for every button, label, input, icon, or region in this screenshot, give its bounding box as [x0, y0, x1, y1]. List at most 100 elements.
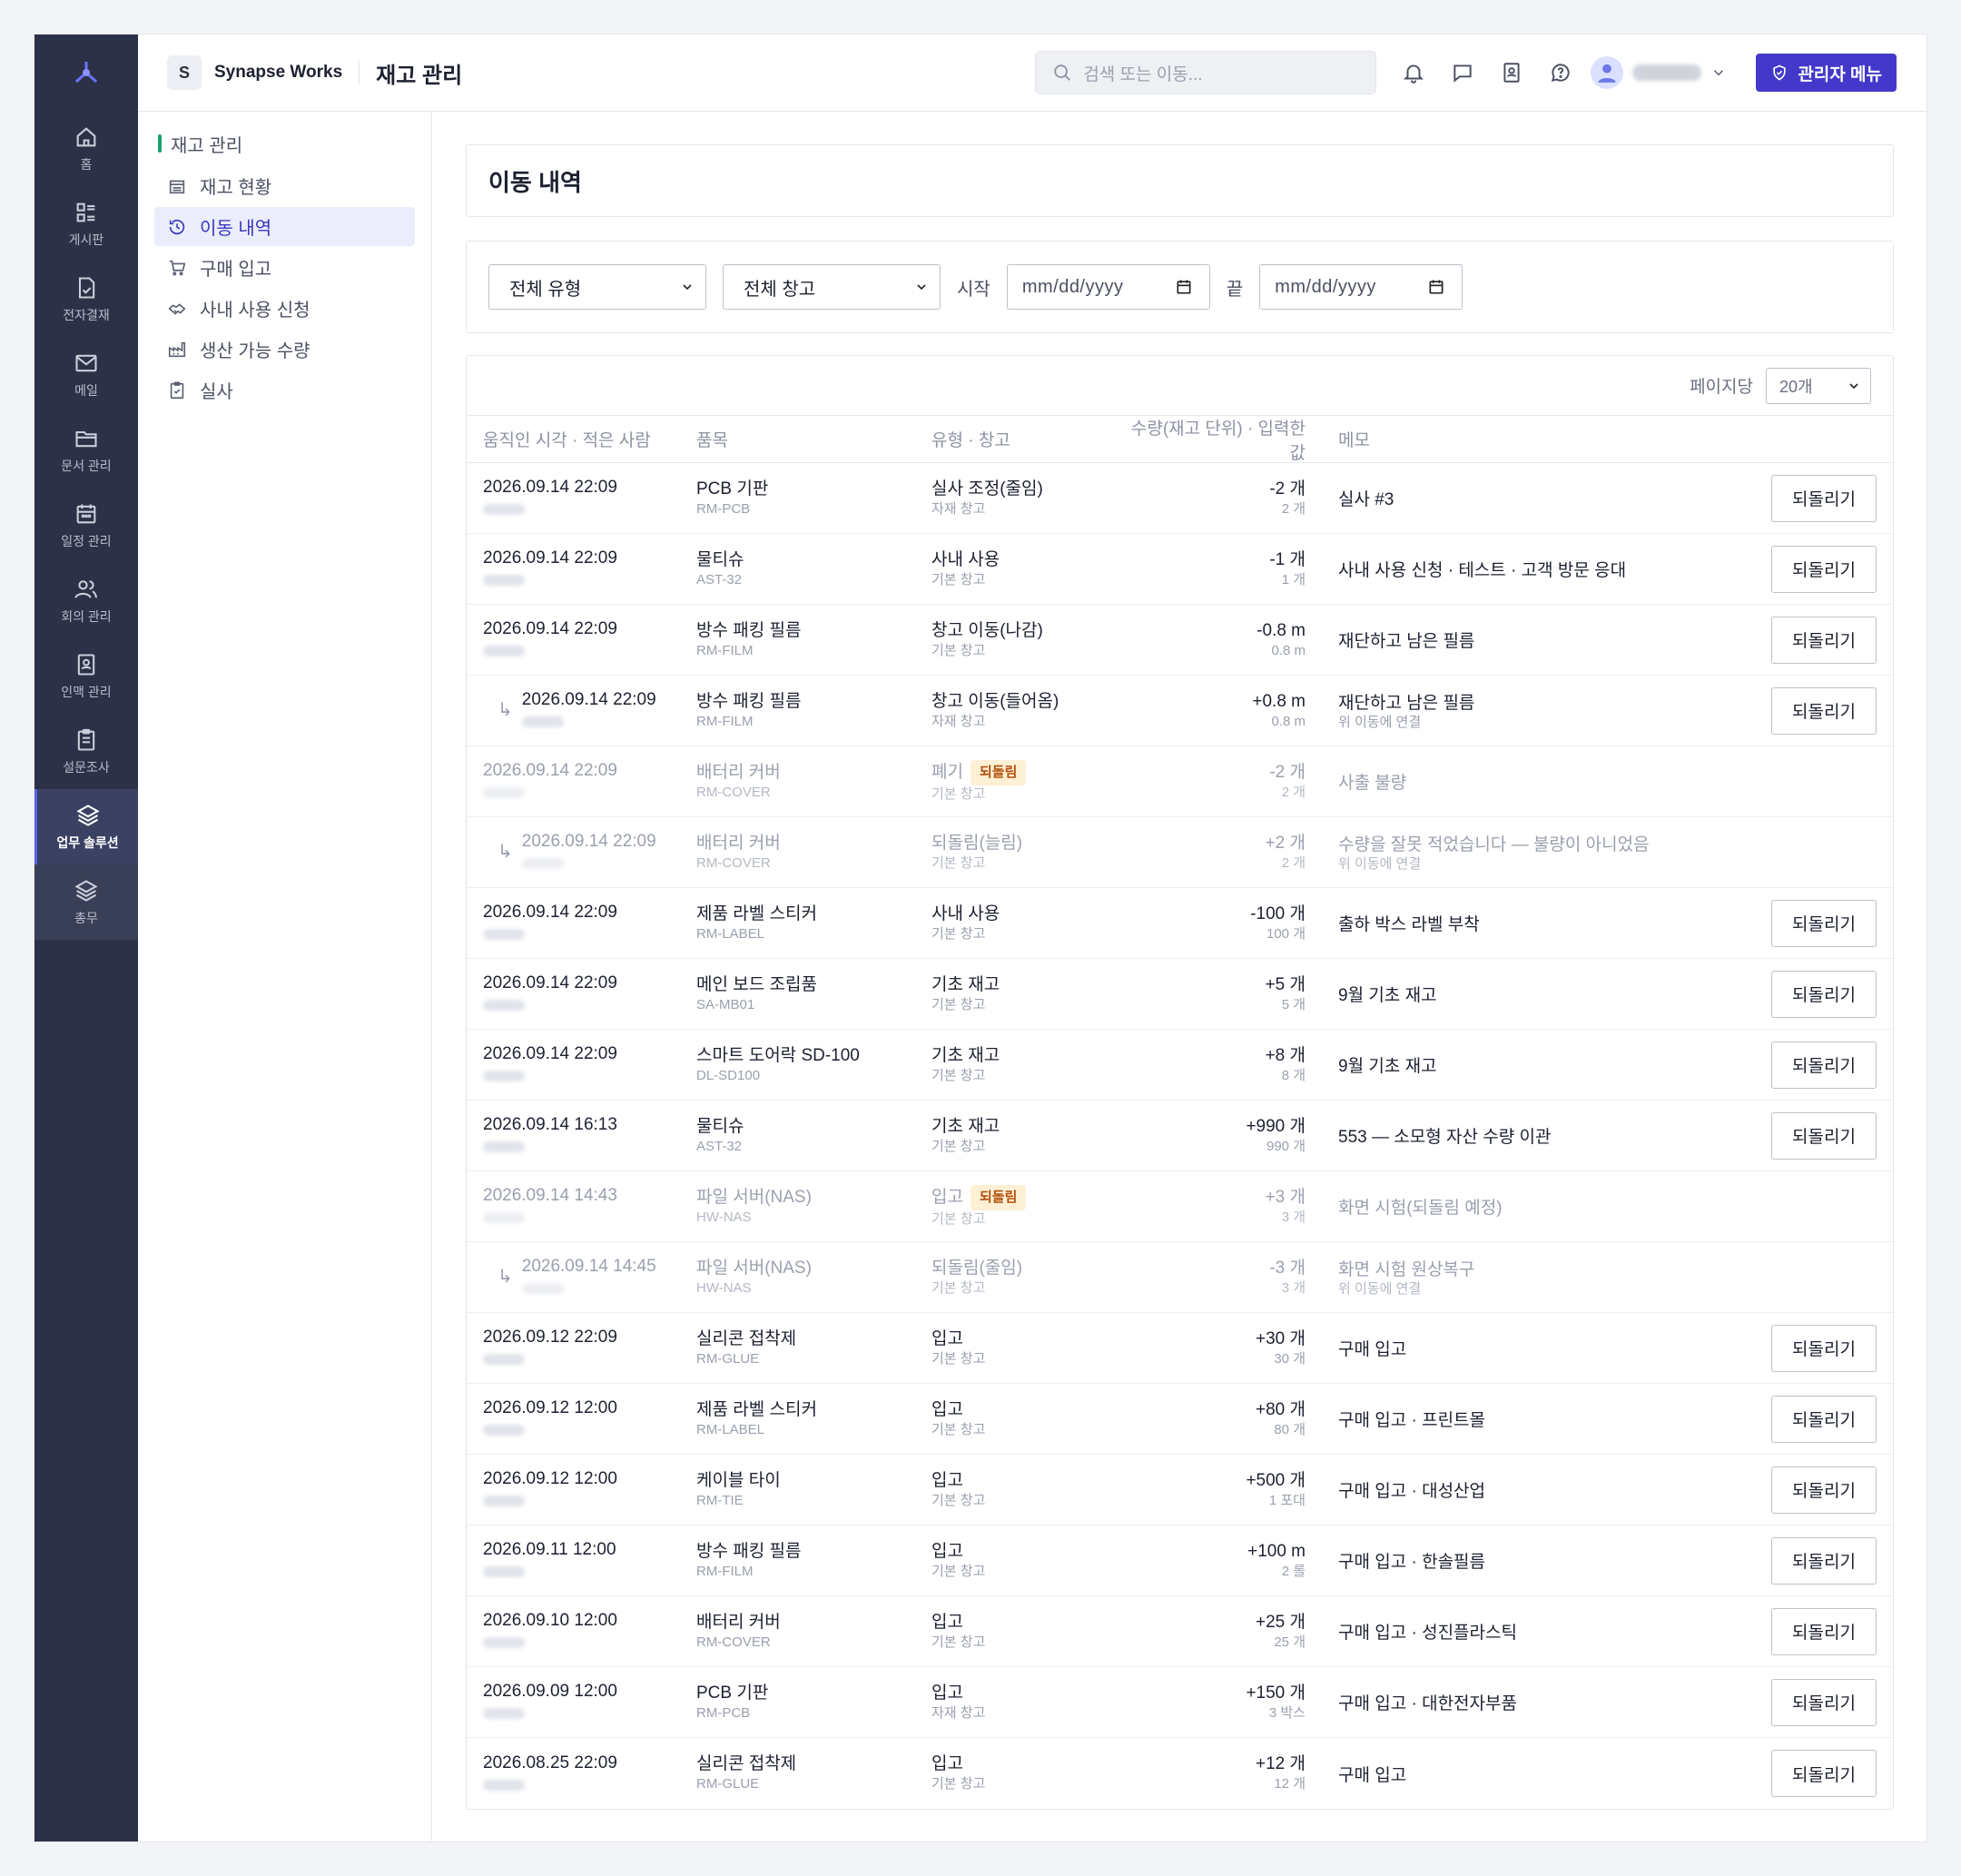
col-header-qty[interactable]: 수량(재고 단위) · 입력한 값 — [1124, 415, 1306, 464]
revert-button[interactable]: 되돌리기 — [1771, 1678, 1877, 1726]
rail-item-5[interactable]: 일정 관리 — [34, 488, 138, 563]
revert-button[interactable]: 되돌리기 — [1771, 616, 1877, 664]
subnav-item-label: 사내 사용 신청 — [200, 301, 310, 321]
rail-item-0[interactable]: 홈 — [34, 111, 138, 186]
subnav-item-label: 재고 현황 — [200, 178, 272, 198]
cart-icon — [169, 260, 186, 275]
item-cell: 방수 패킹 필름 RM-FILM — [696, 620, 931, 660]
revert-button[interactable]: 되돌리기 — [1771, 1111, 1877, 1160]
author-redacted — [483, 504, 525, 515]
item-name[interactable]: 물티슈 — [696, 549, 931, 571]
type-filter-value: 전체 유형 — [509, 279, 582, 300]
col-header-type[interactable]: 유형 · 창고 — [931, 427, 1124, 451]
revert-button[interactable]: 되돌리기 — [1771, 686, 1877, 735]
rail-item-2[interactable]: 전자결재 — [34, 262, 138, 337]
admin-menu-button[interactable]: 관리자 메뉴 — [1756, 54, 1897, 92]
workspace-name[interactable]: Synapse Works — [214, 63, 342, 83]
subnav-item-4[interactable]: 생산 가능 수량 — [154, 330, 415, 369]
warehouse-filter-select[interactable]: 전체 창고 — [723, 264, 941, 310]
app-logo[interactable] — [71, 35, 102, 111]
memo-stack: 화면 시험(되돌림 예정) — [1338, 1194, 1766, 1219]
calendar-icon[interactable] — [1175, 278, 1193, 296]
rail-item-1[interactable]: 게시판 — [34, 186, 138, 262]
item-name[interactable]: 제품 라벨 스티커 — [696, 1399, 931, 1421]
item-name[interactable]: 파일 서버(NAS) — [696, 1187, 931, 1209]
revert-button[interactable]: 되돌리기 — [1771, 1324, 1877, 1372]
item-name[interactable]: 방수 패킹 필름 — [696, 620, 931, 642]
subnav-item-3[interactable]: 사내 사용 신청 — [154, 289, 415, 328]
quantity: -3 개 — [1269, 1258, 1306, 1278]
time-cell: 2026.09.09 12:00 — [467, 1681, 696, 1723]
subnav-item-2[interactable]: 구매 입고 — [154, 248, 415, 287]
subnav-item-0[interactable]: 재고 현황 — [154, 166, 415, 205]
qty-cell: +3 개 3 개 — [1124, 1187, 1306, 1227]
revert-button[interactable]: 되돌리기 — [1771, 545, 1877, 593]
revert-button[interactable]: 되돌리기 — [1771, 474, 1877, 522]
rail-item-6[interactable]: 회의 관리 — [34, 563, 138, 638]
item-name[interactable]: 방수 패킹 필름 — [696, 691, 931, 713]
action-cell: 되돌리기 — [1766, 1607, 1893, 1655]
item-name[interactable]: 메인 보드 조립품 — [696, 974, 931, 996]
item-name[interactable]: PCB 기판 — [696, 479, 931, 500]
calendar-icon[interactable] — [1427, 278, 1445, 296]
item-name[interactable]: 케이블 타이 — [696, 1470, 931, 1492]
item-name[interactable]: 물티슈 — [696, 1116, 931, 1138]
revert-button[interactable]: 되돌리기 — [1771, 970, 1877, 1018]
item-name[interactable]: PCB 기판 — [696, 1683, 931, 1704]
item-name[interactable]: 배터리 커버 — [696, 833, 931, 854]
time-cell: ↳ 2026.09.14 22:09 — [467, 831, 696, 874]
revert-button[interactable]: 되돌리기 — [1771, 1395, 1877, 1443]
item-name[interactable]: 파일 서버(NAS) — [696, 1258, 931, 1279]
bell-icon[interactable] — [1402, 61, 1425, 84]
revert-button[interactable]: 되돌리기 — [1771, 1750, 1877, 1797]
subnav-item-1[interactable]: 이동 내역 — [154, 207, 415, 246]
movement-time: 2026.09.10 12:00 — [483, 1611, 617, 1630]
user-menu[interactable] — [1591, 56, 1727, 89]
revert-button[interactable]: 되돌리기 — [1771, 899, 1877, 947]
input-value: 3 개 — [1281, 1209, 1306, 1225]
memo-cell: 수량을 잘못 적었습니다 — 불량이 아니었음 위 이동에 연결 — [1306, 831, 1766, 874]
item-name[interactable]: 실리콘 접착제 — [696, 1753, 931, 1775]
workspace-badge[interactable]: S — [167, 55, 202, 90]
item-code: RM-FILM — [696, 713, 754, 729]
item-name[interactable]: 스마트 도어락 SD-100 — [696, 1045, 931, 1067]
per-page-select[interactable]: 20개 — [1766, 367, 1871, 404]
type-cell: 폐기 되돌림 기본 창고 — [931, 759, 1124, 804]
rail-item-8[interactable]: 설문조사 — [34, 714, 138, 789]
movement-type-line: 실사 조정(줄임) — [931, 479, 1124, 500]
item-name[interactable]: 방수 패킹 필름 — [696, 1541, 931, 1563]
contact-card-icon[interactable] — [1500, 61, 1523, 84]
subnav-item-5[interactable]: 실사 — [154, 370, 415, 410]
type-filter-select[interactable]: 전체 유형 — [488, 264, 706, 310]
rail-item-10[interactable]: 총무 — [34, 864, 138, 940]
input-value: 3 개 — [1281, 1279, 1306, 1296]
end-date-input[interactable]: mm/dd/yyyy — [1259, 264, 1463, 310]
revert-button[interactable]: 되돌리기 — [1771, 1466, 1877, 1514]
rail-item-9[interactable]: 업무 솔루션 — [34, 789, 138, 864]
movement-type: 사내 사용 — [931, 549, 1000, 569]
help-icon[interactable] — [1549, 61, 1572, 84]
rail-item-4[interactable]: 문서 관리 — [34, 412, 138, 488]
item-name[interactable]: 배터리 커버 — [696, 762, 931, 784]
col-header-memo[interactable]: 메모 — [1306, 427, 1766, 451]
revert-button[interactable]: 되돌리기 — [1771, 1607, 1877, 1655]
movement-type: 입고 — [931, 1187, 963, 1207]
col-header-time[interactable]: 움직인 시각 · 적은 사람 — [467, 427, 696, 451]
movement-type-line: 창고 이동(들어옴) — [931, 691, 1124, 713]
item-name[interactable]: 제품 라벨 스티커 — [696, 903, 931, 925]
start-date-input[interactable]: mm/dd/yyyy — [1006, 264, 1210, 310]
chat-icon[interactable] — [1451, 61, 1474, 84]
search-input[interactable]: 검색 또는 이동... — [1035, 51, 1377, 94]
rail-item-3[interactable]: 메일 — [34, 337, 138, 412]
time-stack: 2026.09.12 22:09 — [483, 1327, 696, 1369]
col-header-item[interactable]: 품목 — [696, 427, 931, 451]
item-name[interactable]: 배터리 커버 — [696, 1612, 931, 1634]
rail-item-7[interactable]: 인맥 관리 — [34, 638, 138, 714]
time-cell: 2026.09.14 22:09 — [467, 548, 696, 590]
quantity: +25 개 — [1256, 1612, 1306, 1632]
memo-stack: 구매 입고 · 대성산업 — [1338, 1477, 1766, 1502]
revert-button[interactable]: 되돌리기 — [1771, 1041, 1877, 1089]
input-value: 1 개 — [1281, 571, 1306, 587]
revert-button[interactable]: 되돌리기 — [1771, 1536, 1877, 1585]
item-name[interactable]: 실리콘 접착제 — [696, 1328, 931, 1350]
